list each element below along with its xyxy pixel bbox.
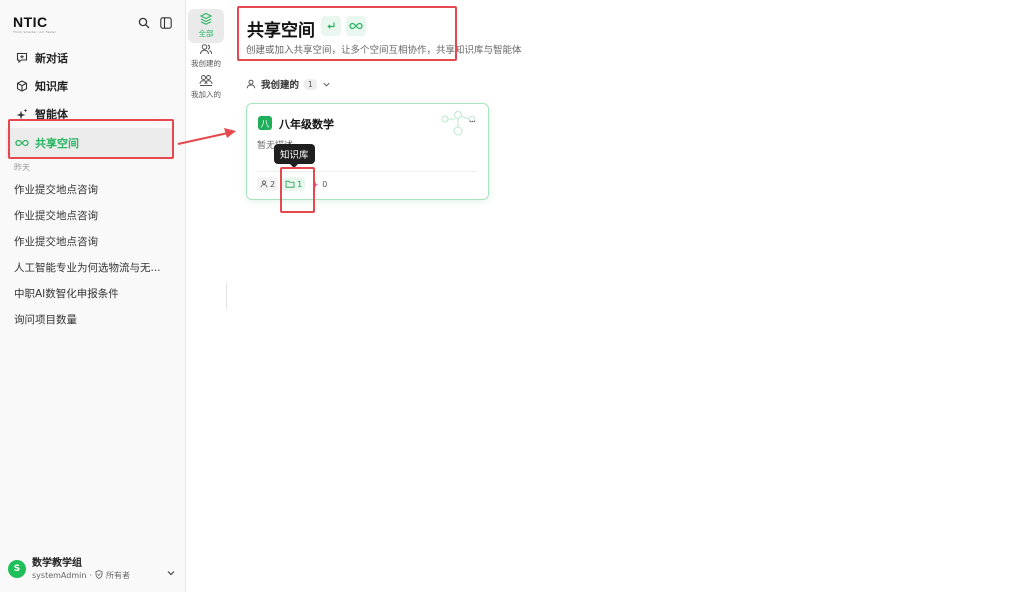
history-item[interactable]: 中职AI数智化申报条件 (0, 280, 186, 306)
user-name: 数学教学组 (32, 557, 82, 569)
space-filter-nav: 全部 我创建的 我加入的 (186, 0, 228, 592)
section-label: 我创建的 (261, 80, 300, 91)
filter-joined[interactable]: 我加入的 (188, 73, 224, 100)
tooltip: 知识库 (274, 144, 315, 168)
history-item[interactable]: 作业提交地点咨询 (0, 228, 186, 254)
user-account: systemAdmin (32, 571, 87, 580)
highlight-box-title (237, 6, 457, 61)
filter-label: 全部 (198, 29, 214, 38)
more-options-button[interactable]: ... (468, 114, 475, 125)
user-group-icon (200, 44, 213, 55)
filter-all[interactable]: 全部 (188, 9, 224, 43)
search-icon[interactable] (137, 16, 151, 30)
history-item[interactable]: 作业提交地点咨询 (0, 202, 186, 228)
section-count: 1 (304, 78, 317, 90)
layers-icon (199, 12, 213, 25)
sidebar-item-label: 知识库 (35, 80, 68, 93)
history-item[interactable]: 作业提交地点咨询 (0, 176, 186, 202)
knowledge-base-icon (15, 79, 29, 93)
joined-users-icon (199, 75, 213, 86)
user-separator: · (89, 571, 92, 580)
highlight-box-kb-count (280, 167, 315, 213)
filter-label: 我加入的 (191, 90, 221, 99)
user-icon (260, 180, 268, 188)
highlight-box-sidebar (8, 119, 174, 159)
new-chat-icon (15, 51, 29, 65)
shield-icon (95, 569, 103, 582)
user-icon (246, 79, 256, 89)
history-group-label: 昨天 (14, 163, 30, 172)
space-title: 八年级数学 (279, 118, 334, 131)
sidebar: NTIC Think Smarter, Act Faster 新对话 知识库 智… (0, 0, 186, 592)
annotation-arrow-icon (177, 128, 236, 145)
sidebar-toggle-icon[interactable] (159, 16, 173, 30)
brand-name: NTIC (13, 14, 48, 30)
avatar: S (8, 560, 26, 578)
sidebar-item-new-chat[interactable]: 新对话 (0, 44, 186, 72)
panel-resize-handle[interactable] (226, 282, 227, 310)
member-count[interactable]: 2 (257, 177, 279, 191)
brand-tagline: Think Smarter, Act Faster (13, 30, 57, 34)
user-profile[interactable]: S 数学教学组 systemAdmin · 所有者 (8, 556, 178, 582)
filter-created-by-me[interactable]: 我创建的 (188, 42, 224, 69)
chevron-down-icon[interactable] (322, 80, 331, 89)
chevron-down-icon[interactable] (166, 563, 176, 582)
user-role: 所有者 (105, 571, 130, 580)
agent-count-value: 0 (322, 179, 328, 189)
section-header-created[interactable]: 我创建的 1 (246, 77, 331, 91)
member-count-value: 2 (270, 179, 276, 189)
brand-logo[interactable]: NTIC Think Smarter, Act Faster (13, 14, 56, 36)
history-item[interactable]: 询问项目数量 (0, 306, 186, 332)
history-item[interactable]: 人工智能专业为何选物流与无... (0, 254, 186, 280)
space-badge: 八 (258, 116, 272, 130)
history-list: 作业提交地点咨询 作业提交地点咨询 作业提交地点咨询 人工智能专业为何选物流与无… (0, 176, 186, 332)
sidebar-item-label: 新对话 (35, 52, 68, 65)
sidebar-item-knowledge-base[interactable]: 知识库 (0, 72, 186, 100)
filter-label: 我创建的 (191, 59, 221, 68)
